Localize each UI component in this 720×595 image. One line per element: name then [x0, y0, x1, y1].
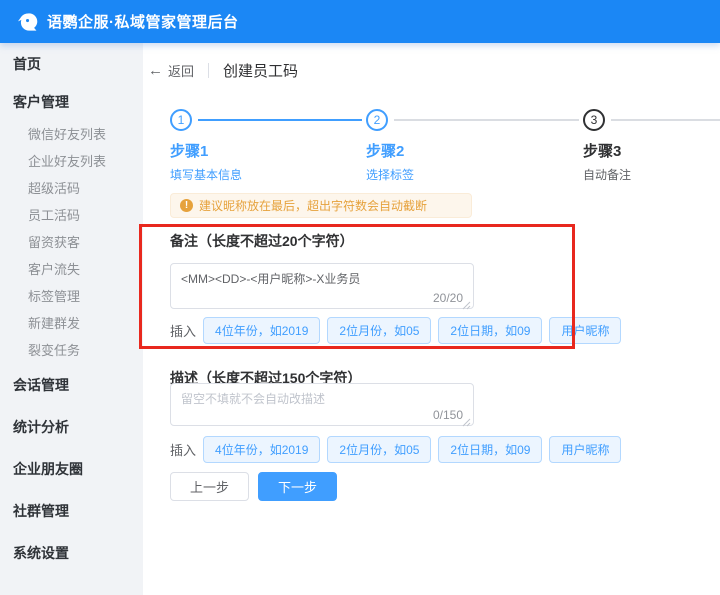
back-arrow-icon: ←	[148, 63, 163, 78]
sidebar-item-statistics[interactable]: 统计分析	[0, 406, 143, 448]
sidebar-item-new-broadcast[interactable]: 新建群发	[0, 310, 143, 337]
prev-step-button[interactable]: 上一步	[170, 472, 249, 501]
insert-year-button[interactable]: 4位年份，如2019	[203, 436, 320, 463]
step-2-desc: 选择标签	[366, 166, 556, 183]
step-1: 1 步骤1 填写基本信息	[170, 109, 360, 183]
sidebar-item-super-qrcode[interactable]: 超级活码	[0, 175, 143, 202]
description-textarea[interactable]	[171, 384, 473, 425]
step-3: 3 步骤3 自动备注	[583, 109, 720, 183]
remark-field: <MM><DD>-<用户昵称>-X业务员 20/20	[170, 263, 474, 309]
sidebar-item-lead-capture[interactable]: 留资获客	[0, 229, 143, 256]
step-3-number: 3	[583, 109, 605, 131]
description-field: 0/150	[170, 383, 474, 426]
insert-year-button[interactable]: 4位年份，如2019	[203, 317, 320, 344]
sidebar-item-customers[interactable]: 客户管理	[0, 83, 143, 121]
breadcrumb: ← 返回 创建员工码	[148, 59, 298, 81]
sidebar-item-wechat-friends[interactable]: 微信好友列表	[0, 121, 143, 148]
step-2-number: 2	[366, 109, 388, 131]
warning-alert: ! 建议昵称放在最后，超出字符数会自动截断	[170, 193, 472, 218]
remark-label: 备注（长度不超过20个字符）	[170, 231, 354, 251]
remark-textarea[interactable]: <MM><DD>-<用户昵称>-X业务员	[171, 264, 473, 308]
step-3-desc: 自动备注	[583, 166, 720, 183]
sidebar-item-fission-task[interactable]: 裂变任务	[0, 337, 143, 364]
sidebar-item-system-settings[interactable]: 系统设置	[0, 532, 143, 574]
sidebar-item-corp-moments[interactable]: 企业朋友圈	[0, 448, 143, 490]
warning-icon: !	[180, 199, 193, 212]
sidebar-item-community-mgmt[interactable]: 社群管理	[0, 490, 143, 532]
insert-day-button[interactable]: 2位日期，如09	[438, 436, 542, 463]
sidebar-item-tag-management[interactable]: 标签管理	[0, 283, 143, 310]
sidebar-item-session-mgmt[interactable]: 会话管理	[0, 364, 143, 406]
divider	[208, 63, 209, 78]
insert-month-button[interactable]: 2位月份，如05	[327, 436, 431, 463]
sidebar: 首页 客户管理 微信好友列表 企业好友列表 超级活码 员工活码 留资获客 客户流…	[0, 43, 143, 595]
insert-month-button[interactable]: 2位月份，如05	[327, 317, 431, 344]
sidebar-item-staff-qrcode[interactable]: 员工活码	[0, 202, 143, 229]
sidebar-item-customer-churn[interactable]: 客户流失	[0, 256, 143, 283]
insert-nickname-button[interactable]: 用户昵称	[549, 436, 621, 463]
app-title: 语鹦企服·私域管家管理后台	[47, 11, 239, 32]
insert-label: 插入	[170, 321, 196, 340]
insert-day-button[interactable]: 2位日期，如09	[438, 317, 542, 344]
resize-handle-icon[interactable]	[462, 414, 471, 423]
app-window: 语鹦企服·私域管家管理后台 首页 客户管理 微信好友列表 企业好友列表 超级活码…	[0, 0, 720, 595]
app-header: 语鹦企服·私域管家管理后台	[0, 0, 720, 43]
remark-insert-row: 插入 4位年份，如2019 2位月份，如05 2位日期，如09 用户昵称	[170, 317, 621, 344]
step-1-desc: 填写基本信息	[170, 166, 360, 183]
description-insert-row: 插入 4位年份，如2019 2位月份，如05 2位日期，如09 用户昵称	[170, 436, 621, 463]
step-2: 2 步骤2 选择标签	[366, 109, 556, 183]
logo-parrot-icon	[17, 12, 39, 32]
step-1-number: 1	[170, 109, 192, 131]
step-1-title: 步骤1	[170, 140, 360, 161]
insert-nickname-button[interactable]: 用户昵称	[549, 317, 621, 344]
resize-handle-icon[interactable]	[462, 297, 471, 306]
insert-label: 插入	[170, 440, 196, 459]
sidebar-item-home[interactable]: 首页	[0, 45, 143, 83]
page-title: 创建员工码	[223, 60, 298, 81]
step-3-title: 步骤3	[583, 140, 720, 161]
warning-text: 建议昵称放在最后，超出字符数会自动截断	[199, 197, 427, 214]
sidebar-item-corp-friends[interactable]: 企业好友列表	[0, 148, 143, 175]
step-2-title: 步骤2	[366, 140, 556, 161]
remark-counter: 20/20	[429, 291, 463, 305]
back-button[interactable]: ← 返回	[148, 61, 194, 80]
main-content: ← 返回 创建员工码 1 步骤1 填写基本信息 2 步骤2 选择标签	[143, 43, 720, 595]
back-label: 返回	[168, 61, 194, 80]
wizard-footer: 上一步 下一步	[170, 472, 337, 501]
description-counter: 0/150	[429, 408, 463, 422]
step-wizard: 1 步骤1 填写基本信息 2 步骤2 选择标签 3 步骤3 自动备注	[170, 109, 720, 175]
next-step-button[interactable]: 下一步	[258, 472, 337, 501]
